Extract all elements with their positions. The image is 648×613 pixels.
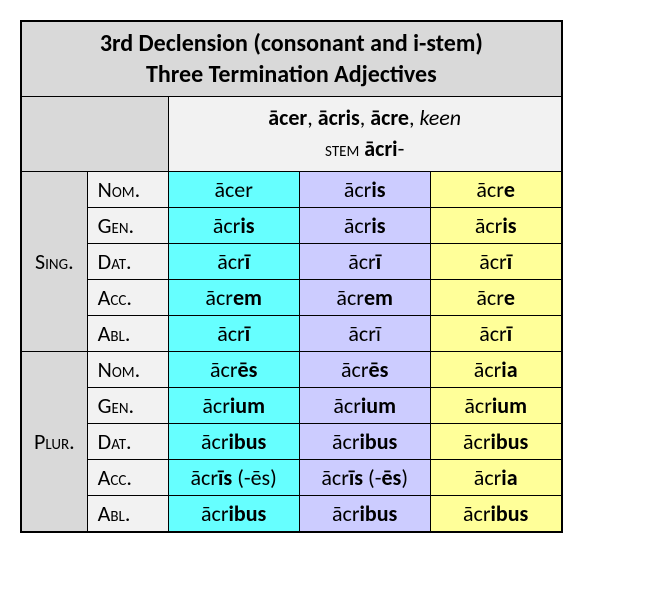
- cell-sing-abl-f: ācrī: [299, 315, 430, 351]
- cell-sing-nom-f: ācris: [299, 171, 430, 207]
- cell-sing-acc-m: ācrem: [168, 279, 299, 315]
- cell-plur-nom-m: ācrēs: [168, 351, 299, 387]
- title-line1: 3rd Declension (consonant and i-stem): [100, 29, 483, 58]
- case-nom-pl: Nom.: [87, 351, 168, 387]
- cell-sing-abl-n: ācrī: [430, 315, 562, 351]
- cell-plur-nom-f: ācrēs: [299, 351, 430, 387]
- cell-sing-dat-f: ācrī: [299, 243, 430, 279]
- header-empty: [21, 97, 168, 172]
- cell-plur-abl-n: ācribus: [430, 495, 562, 532]
- cell-plur-abl-m: ācribus: [168, 495, 299, 532]
- table-title: 3rd Declension (consonant and i-stem) Th…: [21, 21, 562, 97]
- number-singular: Sing.: [21, 171, 87, 351]
- stem-label: stem: [325, 135, 359, 162]
- case-acc-pl: Acc.: [87, 459, 168, 495]
- case-abl-pl: Abl.: [87, 495, 168, 532]
- cell-plur-dat-f: ācribus: [299, 423, 430, 459]
- cell-sing-dat-n: ācrī: [430, 243, 562, 279]
- case-abl: Abl.: [87, 315, 168, 351]
- case-dat: Dat.: [87, 243, 168, 279]
- cell-sing-nom-m: ācer: [168, 171, 299, 207]
- cell-sing-gen-m: ācris: [168, 207, 299, 243]
- number-plural: Plur.: [21, 351, 87, 532]
- cell-sing-gen-n: ācris: [430, 207, 562, 243]
- header-forms: ācer, ācris, ācre, keen: [268, 104, 461, 131]
- cell-plur-nom-n: ācria: [430, 351, 562, 387]
- cell-plur-abl-f: ācribus: [299, 495, 430, 532]
- cell-plur-gen-n: ācrium: [430, 387, 562, 423]
- cell-sing-dat-m: ācrī: [168, 243, 299, 279]
- cell-plur-dat-n: ācribus: [430, 423, 562, 459]
- declension-table: 3rd Declension (consonant and i-stem) Th…: [20, 20, 563, 533]
- cell-plur-dat-m: ācribus: [168, 423, 299, 459]
- case-acc: Acc.: [87, 279, 168, 315]
- cell-sing-acc-n: ācre: [430, 279, 562, 315]
- cell-plur-gen-m: ācrium: [168, 387, 299, 423]
- cell-plur-acc-f: ācrīs (-ēs): [299, 459, 430, 495]
- cell-plur-acc-n: ācria: [430, 459, 562, 495]
- case-dat-pl: Dat.: [87, 423, 168, 459]
- cell-sing-gen-f: ācris: [299, 207, 430, 243]
- title-line2: Three Termination Adjectives: [146, 60, 437, 89]
- cell-plur-gen-f: ācrium: [299, 387, 430, 423]
- cell-plur-acc-m: ācrīs (-ēs): [168, 459, 299, 495]
- cell-sing-nom-n: ācre: [430, 171, 562, 207]
- case-gen: Gen.: [87, 207, 168, 243]
- stem-value: ācri-: [364, 135, 404, 162]
- header-word: ācer, ācris, ācre, keen stem ācri-: [168, 97, 562, 172]
- case-nom: Nom.: [87, 171, 168, 207]
- cell-sing-abl-m: ācrī: [168, 315, 299, 351]
- case-gen-pl: Gen.: [87, 387, 168, 423]
- cell-sing-acc-f: ācrem: [299, 279, 430, 315]
